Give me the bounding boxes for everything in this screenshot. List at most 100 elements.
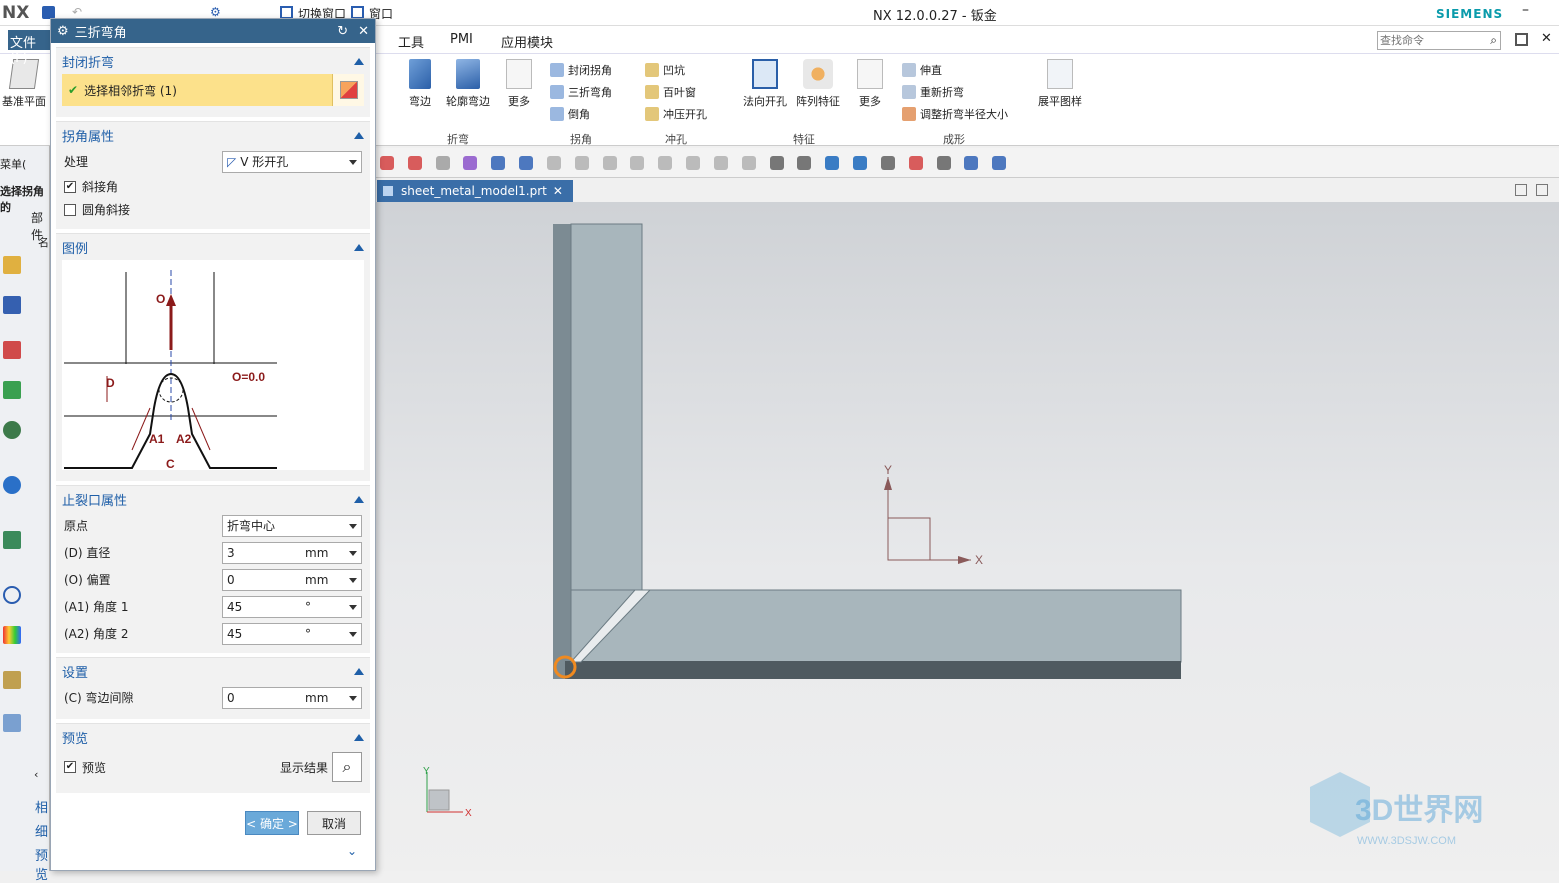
- drawn-cutout-button[interactable]: 冲压开孔: [645, 106, 707, 122]
- circle-icon[interactable]: [658, 156, 673, 170]
- cube-icon[interactable]: [491, 156, 506, 170]
- origin-select[interactable]: 折弯中心: [222, 514, 362, 537]
- system-scene-icon[interactable]: [3, 714, 21, 732]
- collapse-icon[interactable]: [354, 667, 364, 675]
- show-hide-icon[interactable]: [992, 156, 1007, 170]
- resize-bend-radius-button[interactable]: 调整折弯半径大小: [902, 106, 1008, 122]
- tab-model[interactable]: sheet_metal_model1.prt ✕: [377, 180, 573, 202]
- history-icon[interactable]: [3, 586, 21, 604]
- more-bend-button[interactable]: 更多: [500, 59, 538, 109]
- ok-button[interactable]: < 确定 >: [245, 811, 299, 835]
- menu-pmi[interactable]: PMI: [450, 32, 473, 47]
- tab-close-icon[interactable]: ✕: [553, 184, 563, 198]
- chevron-down-icon[interactable]: [349, 604, 357, 610]
- menu-button[interactable]: 菜单(: [0, 156, 26, 172]
- chamfer-button[interactable]: 倒角: [550, 106, 590, 122]
- section-settings-header[interactable]: 设置: [56, 658, 370, 684]
- graphics-window[interactable]: Y X Y X 3D世界网 WWW.3DSJW.COM: [375, 202, 1559, 871]
- render-style-icon[interactable]: [908, 156, 923, 170]
- round-miter-checkbox[interactable]: [64, 203, 76, 216]
- more-feature-button[interactable]: 更多: [852, 59, 888, 109]
- three-bend-corner-button[interactable]: 三折弯角: [550, 84, 612, 100]
- slash-icon[interactable]: [713, 156, 728, 170]
- left-preview-label[interactable]: 预览: [35, 845, 49, 883]
- orient-view-icon[interactable]: [964, 156, 979, 170]
- contour-flange-button[interactable]: 轮廓弯边: [442, 59, 494, 109]
- section-relief-props-header[interactable]: 止裂口属性: [56, 486, 370, 512]
- viewport-max-icon[interactable]: [1536, 184, 1548, 196]
- chevron-down-icon[interactable]: [349, 577, 357, 583]
- info-icon[interactable]: [3, 476, 21, 494]
- unbend-button[interactable]: 伸直: [902, 62, 942, 78]
- offset-field[interactable]: 0 mm: [222, 568, 362, 591]
- lasso-icon[interactable]: [463, 156, 478, 170]
- section-close-bend-header[interactable]: 封闭折弯: [56, 48, 370, 74]
- chevron-down-icon[interactable]: [349, 631, 357, 637]
- scroll-left-icon[interactable]: ‹: [34, 768, 38, 781]
- arc-icon[interactable]: [602, 156, 617, 170]
- spline-icon[interactable]: [630, 156, 645, 170]
- miter-corner-checkbox[interactable]: ✔: [64, 180, 76, 193]
- rebend-button[interactable]: 重新折弯: [902, 84, 964, 100]
- collapse-icon[interactable]: [354, 243, 364, 251]
- select-icon[interactable]: [407, 156, 422, 170]
- collapse-icon[interactable]: [354, 131, 364, 139]
- pan-icon[interactable]: [853, 156, 868, 170]
- dependencies-label[interactable]: 相: [35, 797, 48, 816]
- collapse-icon[interactable]: [354, 733, 364, 741]
- zoom-icon[interactable]: [797, 156, 812, 170]
- command-search[interactable]: ⌕: [1377, 31, 1501, 50]
- angle2-field[interactable]: 45 °: [222, 622, 362, 645]
- diameter-field[interactable]: 3 mm: [222, 541, 362, 564]
- rotate-icon[interactable]: [825, 156, 840, 170]
- undo-icon[interactable]: ↶: [72, 5, 82, 19]
- filter-icon[interactable]: [435, 156, 450, 170]
- chevron-down-icon[interactable]: [349, 695, 357, 701]
- layer-icon[interactable]: [880, 156, 895, 170]
- cancel-button[interactable]: 取消: [307, 811, 361, 835]
- flat-pattern-button[interactable]: 展平图样: [1035, 59, 1085, 109]
- select-bend-button[interactable]: [332, 74, 364, 106]
- louver-button[interactable]: 百叶窗: [645, 84, 696, 100]
- select-bend-row[interactable]: ✔ 选择相邻折弯 (1): [62, 74, 364, 106]
- reset-icon[interactable]: ↻: [337, 24, 348, 39]
- cloud-icon[interactable]: [741, 156, 756, 170]
- snap-icon[interactable]: [380, 156, 394, 170]
- close-corner-button[interactable]: 封闭拐角: [550, 62, 612, 78]
- section-corner-props-header[interactable]: 拐角属性: [56, 122, 370, 148]
- visibility-icon[interactable]: [3, 421, 21, 439]
- collapse-icon[interactable]: [354, 495, 364, 503]
- viewport-min-icon[interactable]: [1515, 184, 1527, 196]
- gap-field[interactable]: 0 mm: [222, 686, 362, 709]
- menu-app-modules[interactable]: 应用模块: [501, 32, 553, 51]
- constraint-icon[interactable]: [3, 296, 21, 314]
- fit-icon[interactable]: [769, 156, 784, 170]
- search-input[interactable]: [1378, 32, 1478, 49]
- flange-button[interactable]: 弯边: [402, 59, 438, 109]
- show-result-button[interactable]: ⌕: [332, 752, 362, 782]
- close-icon[interactable]: ✕: [1541, 31, 1552, 46]
- minimize-button[interactable]: –: [1522, 2, 1529, 18]
- details-label[interactable]: 细: [35, 821, 48, 840]
- pattern-feature-button[interactable]: 阵列特征: [793, 59, 843, 109]
- section-preview-header[interactable]: 预览: [56, 724, 370, 750]
- solid-icon[interactable]: [519, 156, 534, 170]
- section-legend-header[interactable]: 图例: [56, 234, 370, 260]
- datum-plane-button[interactable]: 基准平面: [0, 59, 48, 109]
- assembly-icon[interactable]: [3, 341, 21, 359]
- file-menu[interactable]: 文件(F): [8, 30, 50, 66]
- dialog-close-icon[interactable]: ✕: [358, 24, 369, 39]
- palette-icon[interactable]: [3, 626, 21, 644]
- normal-cutout-button[interactable]: 法向开孔: [740, 59, 790, 109]
- roles-icon[interactable]: [3, 671, 21, 689]
- point-icon[interactable]: [546, 156, 561, 170]
- navigator-icon[interactable]: [3, 256, 21, 274]
- edge-style-icon[interactable]: [936, 156, 951, 170]
- line-icon[interactable]: [574, 156, 589, 170]
- tools-icon[interactable]: ⚙: [210, 5, 221, 19]
- angle1-field[interactable]: 45 °: [222, 595, 362, 618]
- library-icon[interactable]: [3, 381, 21, 399]
- web-icon[interactable]: [3, 531, 21, 549]
- restore-icon[interactable]: [1515, 33, 1528, 46]
- menu-tools[interactable]: 工具: [398, 32, 424, 51]
